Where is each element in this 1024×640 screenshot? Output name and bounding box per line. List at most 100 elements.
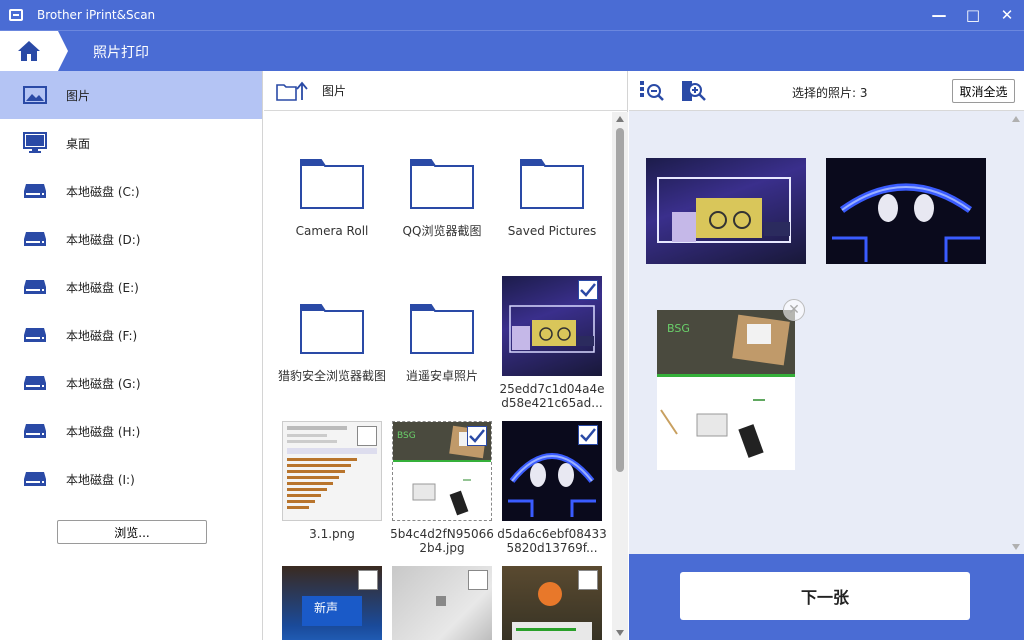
scroll-down-icon[interactable] — [616, 630, 624, 636]
folder-tile[interactable]: Camera Roll — [277, 148, 387, 238]
image-tile[interactable]: 3.1.png — [277, 421, 387, 541]
file-browser: 图片 Camera Roll QQ浏览器截图 Saved Pictures 猎豹… — [264, 71, 628, 640]
drive-icon — [22, 228, 48, 250]
selection-toolbar: 选择的照片: 3 取消全选 — [629, 71, 1024, 111]
selected-photos-panel: 选择的照片: 3 取消全选 BSG ✕ 下一张 — [629, 71, 1024, 640]
sidebar-item-label: 本地磁盘 (G:) — [66, 376, 141, 391]
sidebar-item-label: 本地磁盘 (H:) — [66, 424, 141, 439]
image-tile[interactable] — [497, 566, 607, 640]
sidebar-item-drive-i[interactable]: 本地磁盘 (I:) — [0, 455, 262, 503]
sidebar-item-drive-d[interactable]: 本地磁盘 (D:) — [0, 215, 262, 263]
image-thumbnail: BSG — [392, 421, 492, 521]
sidebar-item-drive-h[interactable]: 本地磁盘 (H:) — [0, 407, 262, 455]
breadcrumb-arrow — [58, 31, 68, 71]
image-tile[interactable]: d5da6c6ebf084335820d13769f... — [497, 421, 607, 555]
svg-text:新声: 新声 — [314, 600, 338, 615]
sidebar-item-desktop[interactable]: 桌面 — [0, 119, 262, 167]
drive-icon — [22, 420, 48, 442]
selected-photo[interactable] — [826, 158, 986, 264]
drive-icon — [22, 276, 48, 298]
photo-graphic — [657, 177, 791, 243]
preview-area: BSG ✕ — [629, 112, 1024, 554]
next-button[interactable]: 下一张 — [680, 572, 970, 620]
remove-photo-icon[interactable]: ✕ — [783, 299, 805, 321]
drive-icon — [22, 180, 48, 202]
select-checkbox[interactable] — [578, 570, 598, 590]
breadcrumb-title: 照片打印 — [93, 45, 149, 61]
browse-button[interactable]: 浏览... — [57, 520, 207, 544]
selected-count: 选择的照片: 3 — [792, 86, 868, 100]
image-tile[interactable] — [387, 566, 497, 640]
app-icon — [9, 9, 23, 21]
select-checkbox[interactable] — [468, 570, 488, 590]
svg-text:BSG: BSG — [397, 431, 416, 441]
home-icon — [18, 41, 40, 61]
image-thumbnail — [392, 566, 492, 640]
sidebar-item-drive-c[interactable]: 本地磁盘 (C:) — [0, 167, 262, 215]
folder-tile[interactable]: 逍遥安卓照片 — [387, 293, 497, 383]
folder-tile[interactable]: QQ浏览器截图 — [387, 148, 497, 238]
sidebar-item-label: 本地磁盘 (E:) — [66, 280, 139, 295]
image-thumbnail — [502, 276, 602, 376]
folder-icon — [282, 293, 382, 363]
home-button[interactable] — [0, 31, 58, 71]
browser-header: 图片 — [264, 71, 627, 111]
check-icon — [580, 283, 596, 297]
window-title: Brother iPrint&Scan — [37, 8, 156, 22]
image-tile[interactable]: BSG 5b4c4d2fN950662b4.jpg — [387, 421, 497, 555]
tile-name: Saved Pictures — [507, 224, 597, 238]
scroll-thumb[interactable] — [616, 128, 624, 472]
check-icon — [580, 428, 596, 442]
folder-tile[interactable]: 猎豹安全浏览器截图 — [277, 293, 387, 383]
browser-scrollbar[interactable] — [612, 112, 628, 640]
selected-photo[interactable]: BSG — [657, 310, 795, 470]
select-checkbox[interactable] — [357, 426, 377, 446]
deselect-all-button[interactable]: 取消全选 — [952, 79, 1015, 103]
image-thumbnail — [502, 421, 602, 521]
maximize-button[interactable]: □ — [956, 0, 990, 30]
current-path: 图片 — [322, 84, 347, 98]
scroll-down-icon[interactable] — [1012, 544, 1020, 550]
scroll-up-icon[interactable] — [616, 116, 624, 122]
selected-photo[interactable] — [646, 158, 806, 264]
sidebar-item-label: 本地磁盘 (D:) — [66, 232, 141, 247]
tile-name: 25edd7c1d04a4ed58e421c65ad... — [499, 382, 605, 410]
photo-graphic — [832, 183, 980, 262]
header-bar: 照片打印 — [0, 30, 1024, 71]
folder-tile[interactable]: Saved Pictures — [497, 148, 607, 238]
select-checkbox[interactable] — [578, 425, 598, 445]
select-checkbox[interactable] — [358, 570, 378, 590]
zoom-in-button[interactable] — [681, 79, 707, 103]
minimize-button[interactable]: — — [922, 0, 956, 30]
folder-up-icon[interactable] — [276, 81, 308, 101]
tile-name: d5da6c6ebf084335820d13769f... — [497, 527, 607, 555]
check-icon — [469, 429, 485, 443]
image-tile[interactable]: 25edd7c1d04a4ed58e421c65ad... — [497, 276, 607, 410]
folder-icon — [282, 148, 382, 218]
sidebar: 图片 桌面 本地磁盘 (C:) 本地磁盘 (D:) 本地磁盘 (E:) 本地磁盘… — [0, 71, 263, 640]
sidebar-item-pictures[interactable]: 图片 — [0, 71, 262, 119]
select-checkbox[interactable] — [467, 426, 487, 446]
window-controls: — □ ✕ — [922, 0, 1024, 30]
scroll-up-icon[interactable] — [1012, 116, 1020, 122]
title-bar: Brother iPrint&Scan — □ ✕ — [0, 0, 1024, 30]
tile-name: 逍遥安卓照片 — [405, 369, 478, 383]
sidebar-item-label: 桌面 — [66, 136, 91, 151]
tile-name: 猎豹安全浏览器截图 — [277, 369, 386, 383]
tile-name: Camera Roll — [295, 224, 369, 238]
sidebar-item-drive-e[interactable]: 本地磁盘 (E:) — [0, 263, 262, 311]
close-button[interactable]: ✕ — [990, 0, 1024, 30]
image-tile[interactable]: 新声 — [277, 566, 387, 640]
zoom-out-button[interactable] — [639, 79, 665, 103]
preview-scrollbar[interactable] — [1008, 112, 1024, 554]
sidebar-item-drive-f[interactable]: 本地磁盘 (F:) — [0, 311, 262, 359]
sidebar-item-label: 本地磁盘 (I:) — [66, 472, 135, 487]
sidebar-item-label: 本地磁盘 (F:) — [66, 328, 138, 343]
image-thumbnail — [282, 421, 382, 521]
tile-name: 3.1.png — [309, 527, 355, 541]
file-grid: Camera Roll QQ浏览器截图 Saved Pictures 猎豹安全浏… — [264, 112, 612, 640]
zoom-out-icon — [640, 81, 664, 101]
drive-icon — [22, 324, 48, 346]
select-checkbox[interactable] — [578, 280, 598, 300]
sidebar-item-drive-g[interactable]: 本地磁盘 (G:) — [0, 359, 262, 407]
